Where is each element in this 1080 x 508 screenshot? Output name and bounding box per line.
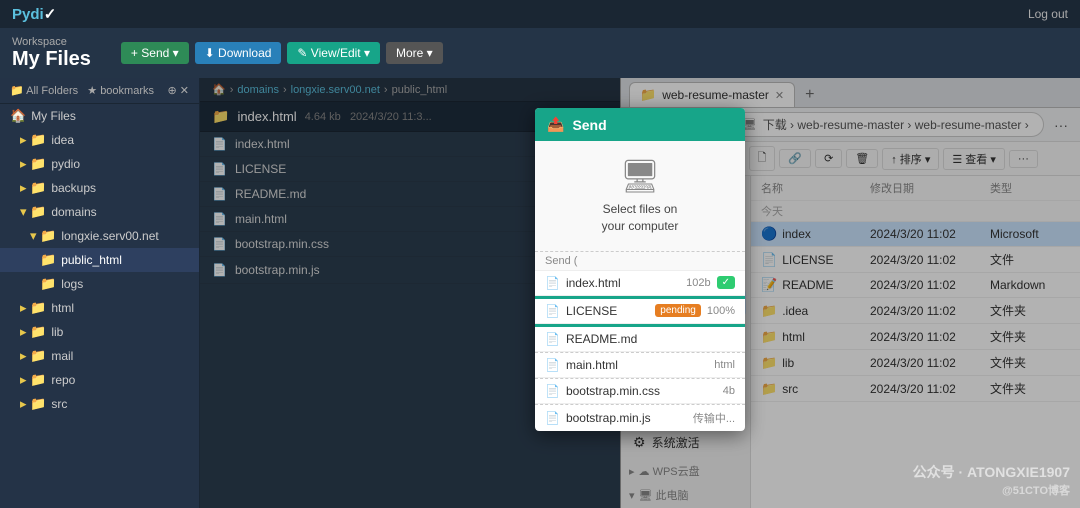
- file-size: 4b: [723, 385, 735, 397]
- app-logo: Pydi✓: [12, 5, 56, 23]
- main-layout: 📁 All Folders ★ bookmarks ⊕ ✕ 🏠 My Files…: [0, 78, 1080, 508]
- sidebar-header: 📁 All Folders ★ bookmarks ⊕ ✕: [0, 78, 199, 104]
- file-name: bootstrap.min.js: [566, 411, 687, 425]
- file-progress: 100%: [707, 305, 735, 317]
- toolbar-buttons: + Send ▾ ⬇ Download ✎ View/Edit ▾ More ▾: [121, 42, 443, 64]
- send-dialog-body: 🖥 Select files onyour computer Send ( 📄 …: [535, 141, 745, 431]
- folder-icon: ▸ 📁: [20, 324, 46, 340]
- sidebar-item-label: domains: [51, 205, 96, 219]
- file-icon: 📄: [545, 276, 560, 290]
- file-name: bootstrap.min.css: [566, 384, 717, 398]
- sidebar-item-logs[interactable]: 📁 logs: [0, 272, 199, 296]
- file-name: README.md: [566, 332, 735, 346]
- folder-icon: 📁: [40, 276, 56, 292]
- upload-area[interactable]: 🖥 Select files onyour computer: [535, 141, 745, 252]
- home-icon: 🏠: [10, 108, 26, 124]
- computer-icon: 🖥: [620, 157, 661, 195]
- file-name: LICENSE: [566, 304, 649, 318]
- download-button[interactable]: ⬇ Download: [195, 42, 282, 64]
- file-size: 102b: [686, 277, 710, 289]
- sidebar-item-backups[interactable]: ▸ 📁 backups: [0, 176, 199, 200]
- more-button[interactable]: More ▾: [386, 42, 443, 64]
- sidebar-item-label: src: [51, 397, 67, 411]
- sidebar-item-src[interactable]: ▸ 📁 src: [0, 392, 199, 416]
- file-meta: 传输中...: [693, 410, 735, 426]
- file-name: index.html: [566, 276, 680, 290]
- file-icon: 📄: [545, 304, 560, 318]
- send-progress-label: Send (: [535, 252, 745, 271]
- dialog-file-index: 📄 index.html 102b ✓: [535, 271, 745, 296]
- sidebar-item-longxie[interactable]: ▾ 📁 longxie.serv00.net: [0, 224, 199, 248]
- sidebar-item-myfiles[interactable]: 🏠 My Files: [0, 104, 199, 128]
- send-dialog: 📤 Send 🖥 Select files onyour computer Se…: [535, 108, 745, 431]
- folder-icon: ▸ 📁: [20, 180, 46, 196]
- sidebar-item-public-html[interactable]: 📁 public_html: [0, 248, 199, 272]
- dialog-file-bootstrap-js: 📄 bootstrap.min.js 传输中...: [535, 405, 745, 431]
- folder-icon: ▸ 📁: [20, 300, 46, 316]
- sidebar-item-label: My Files: [31, 109, 76, 123]
- sidebar-item-repo[interactable]: ▸ 📁 repo: [0, 368, 199, 392]
- dialog-file-readme: 📄 README.md: [535, 327, 745, 352]
- folder-icon: ▾ 📁: [30, 228, 56, 244]
- sidebar-item-lib[interactable]: ▸ 📁 lib: [0, 320, 199, 344]
- send-button[interactable]: + Send ▾: [121, 42, 189, 64]
- sidebar-item-label: lib: [51, 325, 63, 339]
- file-type: html: [714, 359, 735, 371]
- file-icon: 📄: [545, 332, 560, 346]
- sidebar-item-pydio[interactable]: ▸ 📁 pydio: [0, 152, 199, 176]
- send-icon: 📤: [547, 116, 564, 133]
- sidebar-item-label: public_html: [61, 253, 122, 267]
- status-badge: pending: [655, 304, 701, 317]
- sidebar-item-label: html: [51, 301, 74, 315]
- sidebar-item-label: pydio: [51, 157, 80, 171]
- logout-button[interactable]: Log out: [1028, 7, 1068, 21]
- all-folders-label: 📁 All Folders ★ bookmarks: [10, 84, 154, 97]
- workspace-label: Workspace: [12, 36, 91, 48]
- folder-icon: ▸ 📁: [20, 348, 46, 364]
- send-dialog-header: 📤 Send: [535, 108, 745, 141]
- sidebar-item-label: logs: [61, 277, 83, 291]
- file-icon: 📄: [545, 358, 560, 372]
- file-name: main.html: [566, 358, 708, 372]
- upload-text: Select files onyour computer: [602, 201, 679, 235]
- folder-icon: ▾ 📁: [20, 204, 46, 220]
- sidebar-item-label: repo: [51, 373, 75, 387]
- sidebar-item-domains[interactable]: ▾ 📁 domains: [0, 200, 199, 224]
- sidebar-item-idea[interactable]: ▸ 📁 idea: [0, 128, 199, 152]
- sidebar-item-mail[interactable]: ▸ 📁 mail: [0, 344, 199, 368]
- folder-icon: ▸ 📁: [20, 396, 46, 412]
- folder-icon: ▸ 📁: [20, 156, 46, 172]
- dialog-file-license: 📄 LICENSE pending 100%: [535, 299, 745, 324]
- page-title: My Files: [12, 48, 91, 70]
- folder-icon: 📁: [40, 252, 56, 268]
- sub-bar: Workspace My Files + Send ▾ ⬇ Download ✎…: [0, 28, 1080, 78]
- sidebar-item-html[interactable]: ▸ 📁 html: [0, 296, 199, 320]
- folder-icon: ▸ 📁: [20, 372, 46, 388]
- content-area: 🏠 › domains › longxie.serv00.net › publi…: [200, 78, 1080, 508]
- sidebar: 📁 All Folders ★ bookmarks ⊕ ✕ 🏠 My Files…: [0, 78, 200, 508]
- sidebar-item-label: mail: [51, 349, 73, 363]
- file-icon: 📄: [545, 411, 560, 425]
- file-icon: 📄: [545, 384, 560, 398]
- sidebar-item-label: longxie.serv00.net: [61, 229, 158, 243]
- sidebar-icons: ⊕ ✕: [168, 84, 190, 97]
- dialog-overlay: 📤 Send 🖥 Select files onyour computer Se…: [200, 78, 1080, 508]
- sidebar-item-label: idea: [51, 133, 74, 147]
- dialog-file-bootstrap-css: 📄 bootstrap.min.css 4b: [535, 379, 745, 404]
- status-badge: ✓: [717, 276, 735, 289]
- send-file-list: 📄 index.html 102b ✓ 📄 LICENSE pending 10…: [535, 271, 745, 431]
- dialog-file-main: 📄 main.html html: [535, 353, 745, 378]
- view-edit-button[interactable]: ✎ View/Edit ▾: [287, 42, 380, 64]
- send-dialog-title: Send: [572, 117, 606, 133]
- top-bar: Pydi✓ Log out: [0, 0, 1080, 28]
- sidebar-item-label: backups: [51, 181, 96, 195]
- folder-icon: ▸ 📁: [20, 132, 46, 148]
